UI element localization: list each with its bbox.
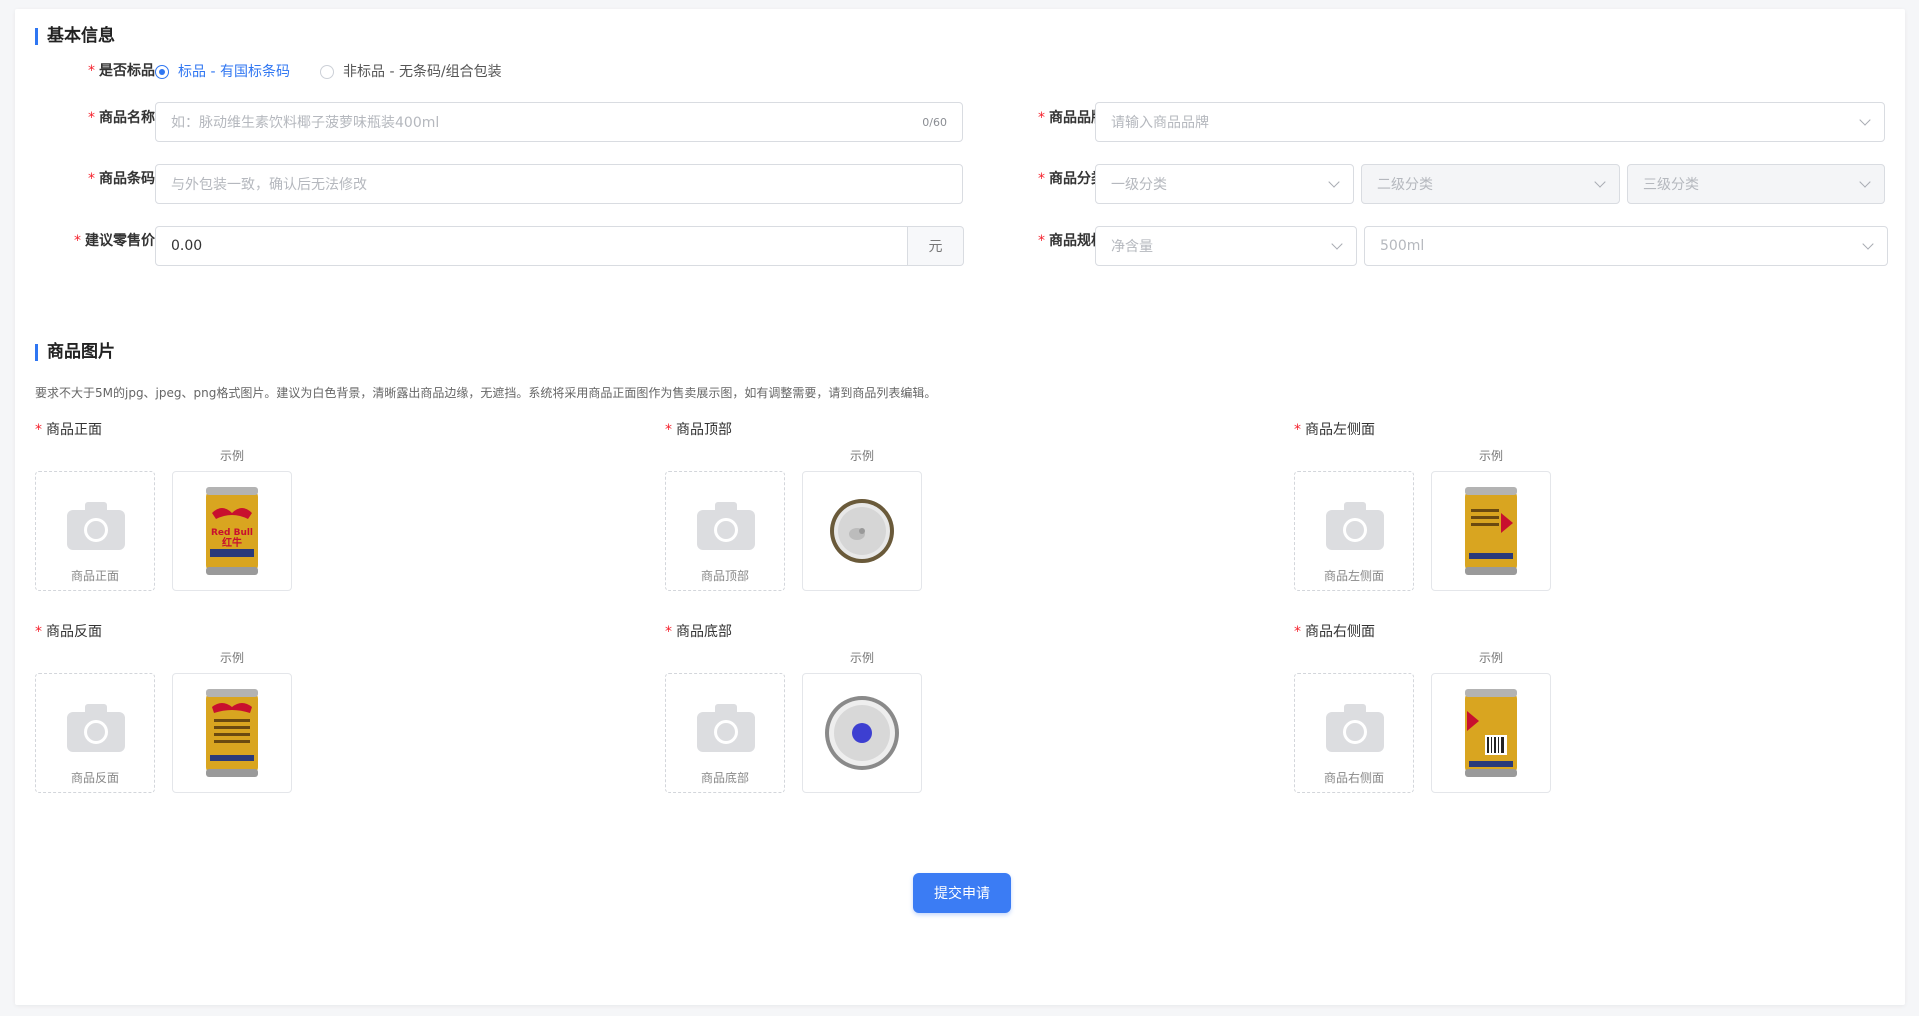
camera-icon [67, 502, 125, 550]
example-label: 示例 [1478, 651, 1503, 665]
can-left-image [1465, 487, 1517, 575]
upload-left[interactable]: 商品左侧面 [1294, 471, 1414, 591]
radio-non-standard[interactable]: 非标品 - 无条码/组合包装 [320, 62, 502, 82]
category-level2-select[interactable]: 二级分类 [1361, 164, 1620, 204]
chevron-down-icon [1328, 175, 1340, 188]
can-back-image [206, 689, 258, 777]
price-unit: 元 [908, 226, 964, 266]
category-label: * 商品分类 [1038, 171, 1105, 187]
camera-icon [697, 502, 755, 550]
radio-standard[interactable]: 标品 - 有国标条码 [155, 62, 290, 82]
example-label: 示例 [219, 449, 244, 463]
name-label: * 商品名称 [88, 110, 155, 126]
upload-bottom[interactable]: 商品底部 [665, 673, 785, 793]
name-char-count: 0/60 [922, 115, 947, 129]
example-label: 示例 [849, 651, 874, 665]
upload-right[interactable]: 商品右侧面 [1294, 673, 1414, 793]
camera-icon [697, 704, 755, 752]
image-label-left: * 商品左侧面 [1294, 422, 1375, 438]
is-standard-label: * 是否标品 [88, 63, 155, 79]
example-label: 示例 [1478, 449, 1503, 463]
can-front-image: Red Bull 红牛 [206, 487, 258, 575]
can-bottom-image [825, 696, 899, 770]
camera-icon [1326, 704, 1384, 752]
radio-checked-icon [155, 65, 169, 79]
sample-image-back [172, 673, 292, 793]
chevron-down-icon [1859, 113, 1871, 126]
sample-image-left [1431, 471, 1551, 591]
upload-back[interactable]: 商品反面 [35, 673, 155, 793]
chevron-down-icon [1331, 237, 1343, 250]
spec-type-select[interactable]: 净含量 [1095, 226, 1357, 266]
upload-top[interactable]: 商品顶部 [665, 471, 785, 591]
camera-icon [1326, 502, 1384, 550]
upload-front[interactable]: 商品正面 [35, 471, 155, 591]
sample-image-top [802, 471, 922, 591]
submit-button[interactable]: 提交申请 [913, 873, 1011, 913]
example-label: 示例 [219, 651, 244, 665]
sample-image-front: Red Bull 红牛 [172, 471, 292, 591]
name-input[interactable]: 如：脉动维生素饮料椰子菠萝味瓶装400ml 0/60 [155, 102, 963, 142]
image-label-right: * 商品右侧面 [1294, 624, 1375, 640]
chevron-down-icon [1862, 237, 1874, 250]
spec-value-select[interactable]: 500ml [1364, 226, 1888, 266]
svg-text:Red Bull: Red Bull [211, 528, 253, 538]
category-level3-select[interactable]: 三级分类 [1627, 164, 1885, 204]
section-title-images: 商品图片 [35, 342, 115, 362]
image-label-front: * 商品正面 [35, 422, 102, 438]
brand-label: * 商品品牌 [1038, 110, 1105, 126]
sample-image-right [1431, 673, 1551, 793]
radio-unchecked-icon [320, 65, 334, 79]
image-label-top: * 商品顶部 [665, 422, 732, 438]
form-card: 基本信息 * 是否标品 标品 - 有国标条码 非标品 - 无条码/组合包装 * 商品… [15, 9, 1905, 1005]
price-label: * 建议零售价 [74, 233, 155, 249]
section-title-basic: 基本信息 [35, 26, 115, 46]
can-right-image [1465, 689, 1517, 777]
image-label-bottom: * 商品底部 [665, 624, 732, 640]
barcode-input[interactable]: 与外包装一致，确认后无法修改 [155, 164, 963, 204]
brand-select[interactable]: 请输入商品品牌 [1095, 102, 1885, 142]
price-input[interactable]: 0.00 [155, 226, 908, 266]
sample-image-bottom [802, 673, 922, 793]
example-label: 示例 [849, 449, 874, 463]
spec-label: * 商品规格 [1038, 233, 1105, 249]
camera-icon [67, 704, 125, 752]
svg-text:红牛: 红牛 [222, 536, 242, 549]
chevron-down-icon [1859, 175, 1871, 188]
category-level1-select[interactable]: 一级分类 [1095, 164, 1354, 204]
image-label-back: * 商品反面 [35, 624, 102, 640]
chevron-down-icon [1594, 175, 1606, 188]
barcode-label: * 商品条码 [88, 171, 155, 187]
can-top-image [830, 499, 894, 563]
image-hint: 要求不大于5M的jpg、jpeg、png格式图片。建议为白色背景，清晰露出商品边… [35, 386, 937, 400]
